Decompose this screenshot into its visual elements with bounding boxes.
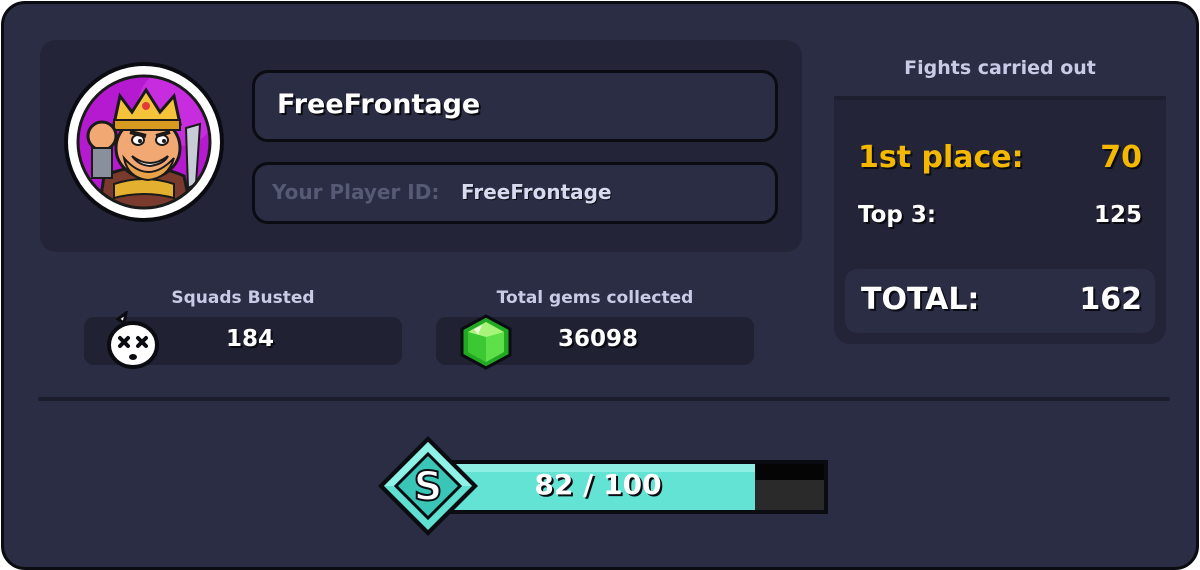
top3-value: 125 (1093, 202, 1142, 228)
barbarian-king-avatar-icon (76, 74, 212, 210)
player-id-box: Your Player ID: FreeFrontage (252, 162, 778, 224)
gems-collected-pill: 36098 (436, 314, 754, 370)
player-id-value: FreeFrontage (461, 180, 612, 204)
first-place-value: 70 (1100, 140, 1142, 175)
rank-letter: S (414, 464, 443, 510)
rank-s-badge-icon: S (378, 436, 478, 536)
skull-face-icon (107, 311, 159, 369)
squads-busted-value: 184 (226, 326, 275, 352)
top3-label: Top 3: (858, 202, 937, 228)
profile-panel: FreeFrontage Your Player ID: FreeFrontag… (40, 40, 802, 252)
avatar[interactable] (64, 62, 224, 222)
fights-panel: Fights carried out 1st place: 70 Top 3: … (834, 40, 1166, 344)
player-name-box: FreeFrontage (252, 70, 778, 142)
squads-busted-label: Squads Busted (171, 288, 315, 308)
fights-title: Fights carried out (904, 57, 1096, 79)
gems-collected-label: Total gems collected (496, 288, 694, 308)
green-gem-icon (460, 314, 512, 370)
player-name: FreeFrontage (277, 89, 481, 120)
stats-card: FreeFrontage Your Player ID: FreeFrontag… (1, 1, 1199, 570)
total-box: TOTAL: 162 (845, 269, 1155, 333)
player-id-label: Your Player ID: (272, 180, 440, 204)
rank-progress: 82 / 100 S (376, 434, 832, 538)
fights-header: Fights carried out (834, 40, 1166, 100)
section-divider (38, 397, 1170, 401)
rank-progress-text: 82 / 100 (534, 468, 662, 501)
gems-collected-value: 36098 (558, 326, 639, 352)
squads-busted-pill: 184 (84, 311, 402, 369)
first-place-label: 1st place: (858, 140, 1024, 175)
total-value: 162 (1079, 282, 1142, 317)
total-label: TOTAL: (861, 282, 980, 317)
